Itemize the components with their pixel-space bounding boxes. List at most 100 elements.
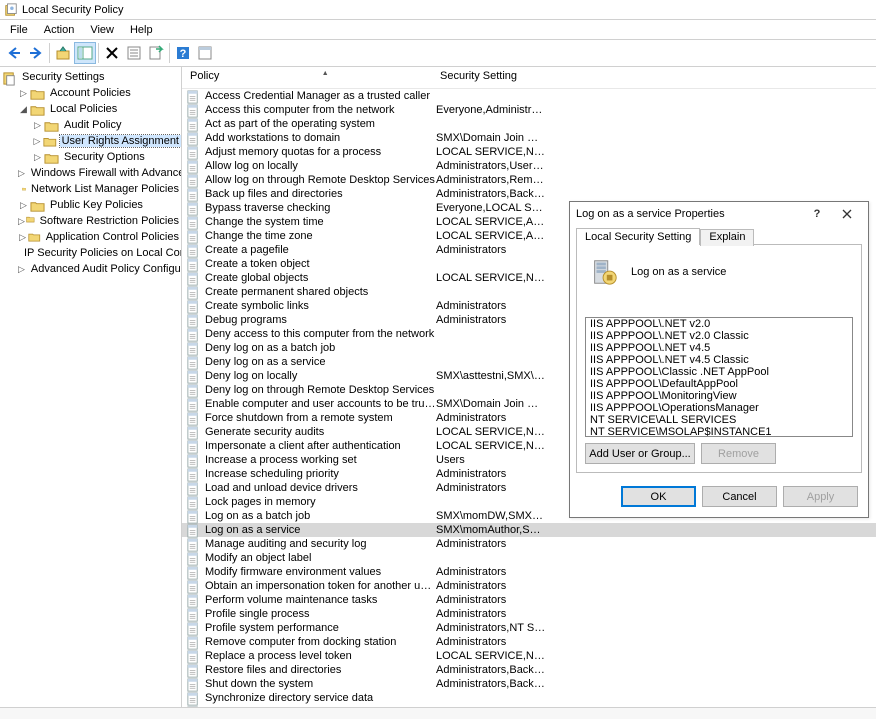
policy-row[interactable]: Back up files and directoriesAdministrat… [182,187,876,201]
menu-view[interactable]: View [82,22,122,38]
tree-item[interactable]: ▷Windows Firewall with Advanced Sec [0,165,181,181]
policy-row[interactable]: Access Credential Manager as a trusted c… [182,89,876,103]
menu-file[interactable]: File [2,22,36,38]
policy-row[interactable]: Remove computer from docking stationAdmi… [182,635,876,649]
policy-row[interactable]: Obtain an impersonation token for anothe… [182,579,876,593]
policy-icon [186,538,201,551]
apply-button[interactable]: Apply [783,486,858,507]
forward-button[interactable] [25,42,47,64]
policy-icon [186,496,201,509]
principal-item[interactable]: IIS APPPOOL\OperationsManager [586,402,852,414]
tree-item[interactable]: Network List Manager Policies [0,181,181,197]
tree-expander[interactable]: ▷ [18,88,29,99]
column-header-security-setting[interactable]: Security Setting [432,67,876,88]
cancel-button[interactable]: Cancel [702,486,777,507]
policy-row[interactable]: Replace a process level tokenLOCAL SERVI… [182,649,876,663]
back-button[interactable] [3,42,25,64]
tree-item[interactable]: ▷Public Key Policies [0,197,181,213]
folder-icon [30,103,45,116]
policy-icon [186,482,201,495]
tree-expander[interactable] [18,184,21,195]
tree-expander[interactable]: ▷ [18,168,25,179]
menu-help[interactable]: Help [122,22,161,38]
principal-item[interactable]: IIS APPPOOL\.NET v4.5 Classic [586,354,852,366]
tree-expander[interactable]: ◢ [18,104,29,115]
principal-item[interactable]: IIS APPPOOL\Classic .NET AppPool [586,366,852,378]
menu-bar: File Action View Help [0,20,876,39]
tree-horizontal-scrollbar[interactable] [0,691,181,707]
policy-icon [186,286,201,299]
principal-item[interactable]: NT SERVICE\ALL SERVICES [586,414,852,426]
tree-expander[interactable]: ▷ [18,232,27,243]
policy-row[interactable]: Manage auditing and security logAdminist… [182,537,876,551]
tree-item[interactable]: ▷User Rights Assignment [0,133,181,149]
folder-icon [26,215,35,228]
tab-local-security-setting[interactable]: Local Security Setting [576,228,700,245]
policy-row[interactable]: Add workstations to domainSMX\Domain Joi… [182,131,876,145]
policy-row[interactable]: Profile system performanceAdministrators… [182,621,876,635]
up-button[interactable] [52,42,74,64]
tab-explain[interactable]: Explain [700,229,754,246]
policy-row[interactable]: Shut down the systemAdministrators,Backu… [182,677,876,691]
add-user-or-group-button[interactable]: Add User or Group... [585,443,695,464]
properties-dialog: Log on as a service Properties ? Local S… [569,201,869,518]
principal-item[interactable]: IIS APPPOOL\.NET v2.0 [586,318,852,330]
tree-item[interactable]: ▷Security Options [0,149,181,165]
folder-icon [43,135,57,148]
properties-button[interactable] [123,42,145,64]
policy-row[interactable]: Modify firmware environment valuesAdmini… [182,565,876,579]
policy-icon [186,188,201,201]
policy-row[interactable]: Modify an object label [182,551,876,565]
remove-button[interactable]: Remove [701,443,776,464]
dialog-help-button[interactable]: ? [802,204,832,224]
tree-root[interactable]: Security Settings [0,69,181,85]
policy-icon [186,524,201,537]
delete-button[interactable] [101,42,123,64]
principals-listbox[interactable]: IIS APPPOOL\.NET v2.0IIS APPPOOL\.NET v2… [585,317,853,437]
toolbar: ? [0,39,876,67]
policy-row[interactable]: Allow log on through Remote Desktop Serv… [182,173,876,187]
tree-item[interactable]: IP Security Policies on Local Compute [0,245,181,261]
tree-item[interactable]: ▷Audit Policy [0,117,181,133]
policy-row[interactable]: Synchronize directory service data [182,691,876,705]
title-bar: Local Security Policy [0,0,876,20]
policy-row[interactable]: Profile single processAdministrators [182,607,876,621]
tree-expander[interactable]: ▷ [32,152,43,163]
dialog-close-button[interactable] [832,204,862,224]
tree-expander[interactable]: ▷ [18,200,29,211]
show-hide-tree-button[interactable] [74,42,96,64]
tree-expander[interactable]: ▷ [32,136,42,147]
export-button[interactable] [145,42,167,64]
tree-item[interactable]: ▷Software Restriction Policies [0,213,181,229]
tree-expander[interactable]: ▷ [32,120,43,131]
policy-icon [186,314,201,327]
policy-icon [186,370,201,383]
principal-item[interactable]: NT SERVICE\MSOLAP$INSTANCE1 [586,426,852,437]
policy-icon [186,104,201,117]
tree-item[interactable]: ▷Application Control Policies [0,229,181,245]
window-title: Local Security Policy [22,4,124,16]
policy-row[interactable]: Act as part of the operating system [182,117,876,131]
policy-row[interactable]: Access this computer from the networkEve… [182,103,876,117]
ok-button[interactable]: OK [621,486,696,507]
tree-item[interactable]: ▷Account Policies [0,85,181,101]
policy-row[interactable]: Take ownership of files or other objects… [182,705,876,707]
policy-icon [186,230,201,243]
menu-action[interactable]: Action [36,22,83,38]
policy-row[interactable]: Perform volume maintenance tasksAdminist… [182,593,876,607]
policy-row[interactable]: Log on as a serviceSMX\momAuthor,SMX\... [182,523,876,537]
tree-item[interactable]: ◢Local Policies [0,101,181,117]
principal-item[interactable]: IIS APPPOOL\DefaultAppPool [586,378,852,390]
policy-row[interactable]: Restore files and directoriesAdministrat… [182,663,876,677]
policy-row[interactable]: Allow log on locallyAdministrators,Users… [182,159,876,173]
tree-item[interactable]: ▷Advanced Audit Policy Configuration [0,261,181,277]
principal-item[interactable]: IIS APPPOOL\.NET v2.0 Classic [586,330,852,342]
tree-expander[interactable]: ▷ [18,216,25,227]
principal-item[interactable]: IIS APPPOOL\MonitoringView [586,390,852,402]
refresh-button[interactable] [194,42,216,64]
policy-row[interactable]: Adjust memory quotas for a processLOCAL … [182,145,876,159]
help-button[interactable]: ? [172,42,194,64]
column-header-policy[interactable]: Policy [182,67,432,88]
tree-expander[interactable]: ▷ [18,264,25,275]
principal-item[interactable]: IIS APPPOOL\.NET v4.5 [586,342,852,354]
